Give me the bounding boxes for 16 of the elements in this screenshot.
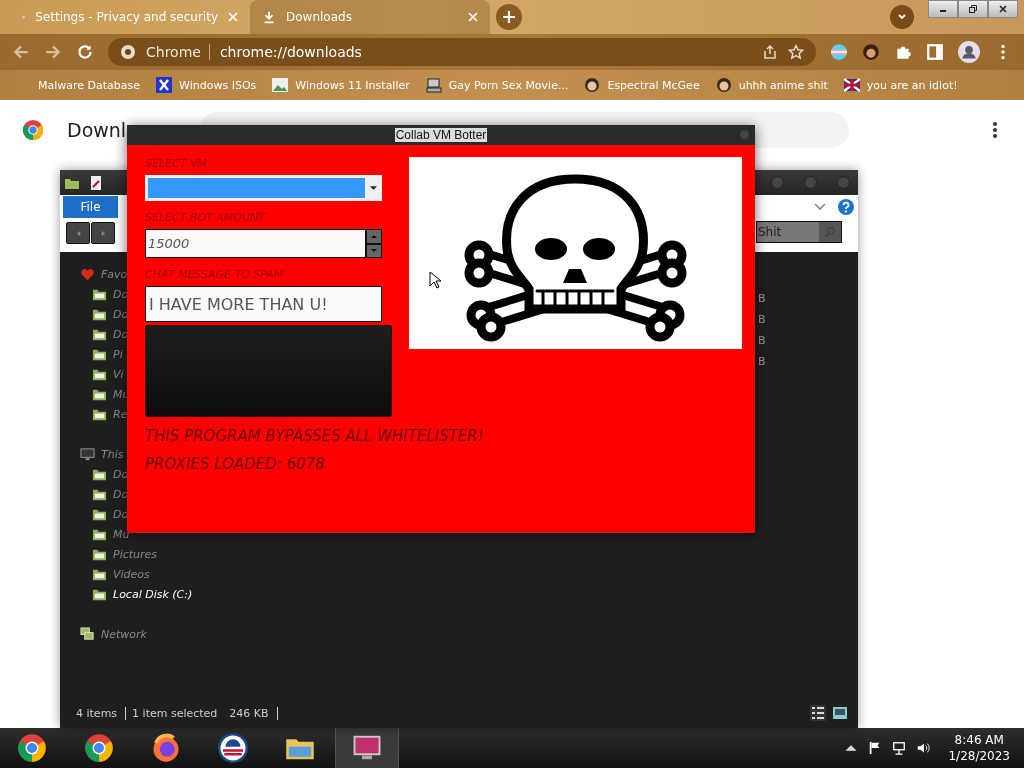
file-size: B xyxy=(758,313,767,328)
status-text: 1 item selected xyxy=(131,706,219,720)
site-label: Chrome xyxy=(146,44,210,60)
window-title: Collab VM Botter xyxy=(394,128,488,142)
status-text: 4 items xyxy=(76,706,127,720)
field-label: SELECT BOT AMOUNT xyxy=(145,211,267,224)
url-text: chrome://downloads xyxy=(219,44,362,60)
file-size: B xyxy=(758,292,767,307)
notice-text: PROXIES LOADED: 6078 xyxy=(145,455,326,473)
notice-text: THIS PROGRAM BYPASSES ALL WHITELISTER! xyxy=(145,427,485,445)
field-label: CHAT MESSAGE TO SPAM xyxy=(145,268,285,281)
page-title: Downl xyxy=(67,119,125,141)
field-label: SELECT VM xyxy=(145,157,208,170)
file-size: B xyxy=(758,334,767,349)
status-text: 246 KB xyxy=(223,706,278,720)
file-size: B xyxy=(758,355,767,370)
